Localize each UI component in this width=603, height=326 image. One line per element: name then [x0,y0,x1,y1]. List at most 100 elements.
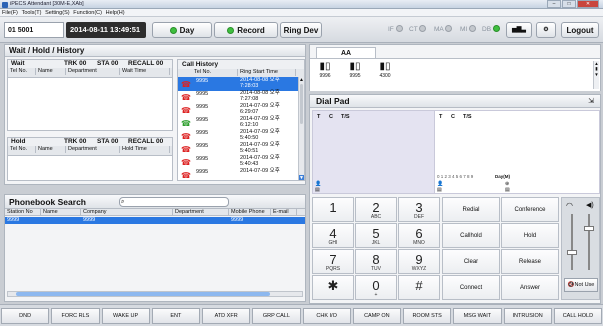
hold-col-holdtime[interactable]: Hold Time [120,146,170,153]
wait-section: Wait TRK 00 STA 00 RECALL 00 Tel No. Name… [7,59,173,131]
phonebook-hscroll-thumb[interactable] [16,292,270,296]
clear-button[interactable]: Clear [442,249,500,274]
history-row[interactable]: ☎ 9995 2014-08-08 오후 7:27:08 [178,90,298,104]
key-6[interactable]: 7 PQRS [312,249,354,274]
tab-aa[interactable]: AA [316,47,376,58]
key-0[interactable]: 1 [312,197,354,222]
hold-col-telno[interactable]: Tel No. [8,146,36,153]
key-1[interactable]: 2 ABC [355,197,397,222]
history-row[interactable]: ☎ 9995 2014-07-09 오후 5:40:51 [178,142,298,156]
key-4[interactable]: 5 JKL [355,223,397,248]
phonebook-search-input[interactable]: ⌕ [119,197,229,207]
history-row[interactable]: ☎ 9995 2014-07-09 오후 [178,168,298,180]
settings-button[interactable]: ⚙ [536,22,556,38]
wait-label: Wait [11,60,25,67]
history-col-telno[interactable]: Tel No. [192,69,238,76]
release-button[interactable]: Release [501,249,559,274]
toolbar: 01 5001 2014-08-11 13:49:51 Day Record R… [0,17,603,43]
history-row[interactable]: ☎ 9995 2014-08-08 오후 7:28:03 [178,77,298,91]
volume-panel: ◠ ◀) 🔇Not Use [561,197,600,300]
btn-forc-rls[interactable]: FORC RLS [51,308,100,324]
menu-file[interactable]: File(F) [2,10,18,16]
wait-col-waittime[interactable]: Wait Time [120,68,170,75]
history-scroll-thumb[interactable] [300,84,303,124]
headset-slider[interactable] [567,214,577,270]
connect-button[interactable]: Connect [442,275,500,300]
history-scrollbar[interactable]: ▲ ▼ [298,77,304,180]
hold-col-department[interactable]: Department [66,146,120,153]
day-label: Day [179,26,195,35]
history-row[interactable]: ☎ 9995 2014-07-09 오후 6:29:07 [178,103,298,117]
minimize-button[interactable]: – [547,0,561,8]
history-row[interactable]: ☎ 9995 2014-07-09 오후 5:40:43 [178,155,298,169]
key-8[interactable]: 9 WXYZ [398,249,440,274]
btn-intrusion[interactable]: INTRUSION [503,308,552,324]
btn-chk-i-o[interactable]: CHK I/O [302,308,351,324]
speaker-slider[interactable] [584,214,594,270]
callhold-button[interactable]: Callhold [442,223,500,248]
pb-col-station[interactable]: Station No [5,209,41,216]
chart-button[interactable]: ▅▇▃ [506,22,532,38]
dialpad-expand-icon[interactable]: ⇲ [588,95,594,108]
ma-status-icon [445,25,453,32]
pb-col-mobile[interactable]: Mobile Phone [229,209,271,216]
wait-col-name[interactable]: Name [36,68,66,75]
btn-camp-on[interactable]: CAMP ON [352,308,401,324]
history-time: 2014-07-09 오후 6:29:07 [240,103,280,115]
ring-dev-button[interactable]: Ring Dev [280,22,322,38]
redial-button[interactable]: Redial [442,197,500,222]
record-button[interactable]: Record [214,22,278,38]
btn-dnd[interactable]: DND [1,308,50,324]
menu-help[interactable]: Help(H) [106,10,125,16]
btn-ent[interactable]: ENT [151,308,200,324]
btn-msg-wait[interactable]: MSG WAIT [453,308,502,324]
phonebook-hscrollbar[interactable] [7,291,303,297]
indicator-db: DB [482,24,503,36]
btn-wake-up[interactable]: WAKE UP [101,308,150,324]
key-9[interactable]: ✱ [312,275,354,300]
key-3[interactable]: 4 GHI [312,223,354,248]
hold-col-name[interactable]: Name [36,146,66,153]
logout-button[interactable]: Logout [561,22,599,38]
btn-call-hold[interactable]: CALL HOLD [553,308,602,324]
hold-table-header: Tel No. Name Department Hold Time [8,146,172,156]
aa-scrollbar[interactable]: ▲ ▮ ▼ [593,61,599,89]
close-button[interactable]: ✕ [577,0,599,8]
btn-room-sts[interactable]: ROOM STS [403,308,452,324]
btn-atd-xfr[interactable]: ATD XFR [202,308,251,324]
key-11[interactable]: # [398,275,440,300]
phonebook-row[interactable]: 9999 9999 9999 [5,217,305,224]
maximize-button[interactable]: □ [562,0,576,8]
menu-function[interactable]: Function(C) [73,10,102,16]
pb-col-company[interactable]: Company [81,209,173,216]
key-2[interactable]: 3 DEF [398,197,440,222]
phone-9996[interactable]: ▮▯ 9996 [312,61,338,83]
answer-button[interactable]: Answer [501,275,559,300]
btn-grp-call[interactable]: GRP CALL [252,308,301,324]
pb-col-department[interactable]: Department [173,209,229,216]
hold-button[interactable]: Hold [501,223,559,248]
menu-bar: File(F) Tools(T) Setting(S) Function(C) … [0,9,603,17]
history-telno: 9995 [196,169,209,175]
speaker-icon: ◀) [586,202,594,209]
hold-sta: STA 00 [97,138,119,145]
history-row[interactable]: ☎ 9995 2014-07-09 오후 6:12:10 [178,116,298,130]
history-time: 2014-07-09 오후 5:40:43 [240,155,280,167]
day-button[interactable]: Day [152,22,212,38]
history-row[interactable]: ☎ 9995 2014-07-09 오후 5:40:50 [178,129,298,143]
pb-col-email[interactable]: E-mail [271,209,297,216]
conference-button[interactable]: Conference [501,197,559,222]
history-col-ringstart[interactable]: Ring Start Time [238,69,296,76]
wait-col-telno[interactable]: Tel No. [8,68,36,75]
key-10[interactable]: 0 + [355,275,397,300]
not-use-button[interactable]: 🔇Not Use [564,278,598,292]
pb-col-name[interactable]: Name [41,209,81,216]
key-5[interactable]: 6 MNO [398,223,440,248]
wait-col-department[interactable]: Department [66,68,120,75]
phone-9995[interactable]: ▮▯ 9995 [342,61,368,83]
aa-panel: AA ▮▯ 9996 ▮▯ 9995 ▮▯ 4300 ▲ ▮ ▼ [309,44,601,91]
key-7[interactable]: 8 TUV [355,249,397,274]
menu-setting[interactable]: Setting(S) [45,10,69,16]
menu-tools[interactable]: Tools(T) [22,10,42,16]
phone-4300[interactable]: ▮▯ 4300 [372,61,398,83]
